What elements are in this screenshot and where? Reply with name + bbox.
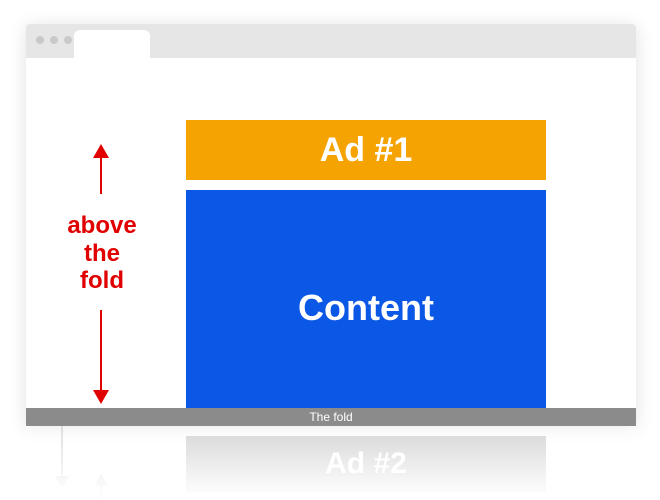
window-control-dot: [64, 36, 72, 44]
above-fold-word: above: [54, 212, 150, 240]
content-block-label: Content: [298, 287, 434, 329]
above-fold-word: the: [54, 240, 150, 268]
above-fold-annotation: above the fold: [54, 212, 150, 295]
browser-tab: [74, 30, 150, 58]
window-control-dot: [50, 36, 58, 44]
above-fold-word: fold: [54, 267, 150, 295]
window-control-dot: [36, 36, 44, 44]
ad-block-1-label: Ad #1: [320, 131, 413, 170]
fold-line-label: The fold: [309, 410, 352, 424]
arrow-down-icon: [100, 310, 102, 402]
below-fold-reflection: Ad #2: [26, 426, 636, 500]
ad-block-1: Ad #1: [186, 120, 546, 180]
arrow-up-icon: [100, 146, 102, 194]
reflection-fade-overlay: [26, 426, 636, 500]
fold-line: The fold: [26, 408, 636, 426]
window-controls: [36, 36, 72, 44]
browser-tab-bar: [26, 24, 636, 58]
content-block: Content: [186, 190, 546, 426]
